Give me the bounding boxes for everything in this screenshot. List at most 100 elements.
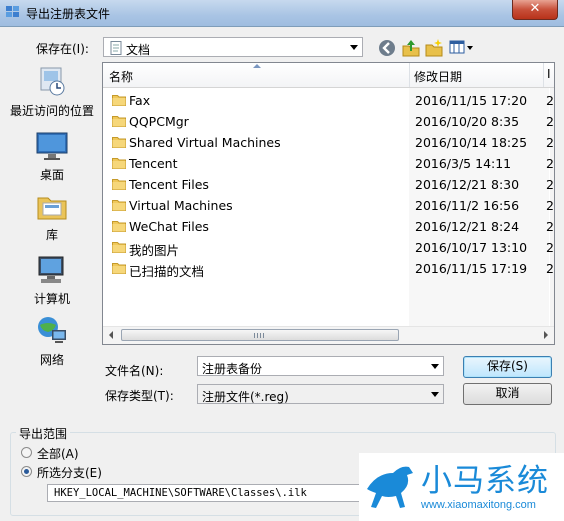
folder-icon: [112, 158, 126, 169]
radio-all-label[interactable]: 全部(A): [37, 445, 79, 462]
file-date: 2016/10/20 8:35: [415, 114, 520, 129]
radio-branch-label[interactable]: 所选分支(E): [37, 464, 102, 481]
libraries-icon: [37, 197, 67, 220]
place-computer[interactable]: 计算机: [4, 254, 100, 307]
documents-icon: [110, 41, 122, 55]
file-name: Tencent: [129, 156, 178, 171]
file-row[interactable]: Tencent Files 2016/12/21 8:30 2: [103, 175, 554, 196]
place-desktop[interactable]: 桌面: [4, 130, 100, 183]
filetype-label: 保存类型(T):: [105, 389, 174, 403]
recent-places-icon: [40, 67, 65, 96]
export-range-title: 导出范围: [16, 425, 71, 442]
close-button[interactable]: ✕: [512, 0, 558, 20]
place-label: 最近访问的位置: [9, 104, 94, 118]
file-name: Fax: [129, 93, 151, 108]
horizontal-scrollbar[interactable]: [103, 326, 554, 344]
computer-icon: [38, 256, 64, 283]
horse-logo-icon: [367, 466, 413, 508]
folder-icon: [112, 242, 126, 253]
file-name: Tencent Files: [129, 177, 209, 192]
file-row[interactable]: 已扫描的文档 2016/11/15 17:19 2: [103, 259, 554, 280]
folder-icon: [112, 200, 126, 211]
title-bar: 导出注册表文件 ✕: [0, 0, 564, 27]
new-folder-icon[interactable]: [424, 38, 444, 58]
place-label: 库: [45, 228, 58, 242]
file-date: 2016/11/15 17:19: [415, 261, 528, 276]
file-date: 2016/3/5 14:11: [415, 156, 512, 171]
desktop-icon: [36, 132, 68, 160]
place-label: 桌面: [39, 168, 64, 182]
place-network[interactable]: 网络: [4, 315, 100, 368]
file-extra: 2: [546, 219, 554, 234]
filename-value: 注册表备份: [202, 362, 263, 376]
save-button[interactable]: 保存(S): [463, 356, 552, 378]
column-header: 名称 修改日期 Ⅰ: [103, 63, 554, 88]
place-recent[interactable]: 最近访问的位置: [4, 66, 100, 119]
save-in-combo[interactable]: 文档: [103, 37, 363, 57]
file-date: 2016/12/21 8:30: [415, 177, 520, 192]
folder-icon: [112, 95, 126, 106]
file-name: Virtual Machines: [129, 198, 233, 213]
branch-path-input[interactable]: HKEY_LOCAL_MACHINE\SOFTWARE\Classes\.ilk: [47, 484, 367, 502]
file-extra: 2: [546, 198, 554, 213]
watermark-logo: 小马系统 www.xiaomaxitong.com: [359, 453, 564, 521]
scroll-left-icon[interactable]: [109, 331, 113, 339]
file-list[interactable]: 名称 修改日期 Ⅰ Fax 2016/11/15 17:20 2 QQPCMgr 201…: [102, 62, 555, 345]
file-extra: 2: [546, 261, 554, 276]
folder-icon: [112, 137, 126, 148]
column-date[interactable]: 修改日期: [414, 68, 462, 85]
column-more[interactable]: Ⅰ: [547, 67, 551, 81]
file-date: 2016/12/21 8:24: [415, 219, 520, 234]
file-row[interactable]: Virtual Machines 2016/11/2 16:56 2: [103, 196, 554, 217]
file-extra: 2: [546, 135, 554, 150]
file-name: QQPCMgr: [129, 114, 189, 129]
file-name: WeChat Files: [129, 219, 209, 234]
scroll-thumb[interactable]: [121, 329, 399, 341]
chevron-down-icon[interactable]: [431, 392, 439, 397]
save-in-label: 保存在(I):: [36, 42, 89, 56]
file-row[interactable]: QQPCMgr 2016/10/20 8:35 2: [103, 112, 554, 133]
scroll-right-icon[interactable]: [544, 331, 548, 339]
place-label: 网络: [39, 353, 64, 367]
view-menu-icon[interactable]: [449, 38, 475, 58]
watermark-url: www.xiaomaxitong.com: [421, 499, 536, 511]
place-label: 计算机: [33, 292, 70, 306]
file-row[interactable]: Tencent 2016/3/5 14:11 2: [103, 154, 554, 175]
folder-icon: [112, 221, 126, 232]
file-date: 2016/10/17 13:10: [415, 240, 528, 255]
cancel-button[interactable]: 取消: [463, 383, 552, 405]
file-extra: 2: [546, 240, 554, 255]
folder-icon: [112, 179, 126, 190]
sort-ascending-icon: [253, 64, 261, 68]
file-name: Shared Virtual Machines: [129, 135, 281, 150]
file-row[interactable]: Fax 2016/11/15 17:20 2: [103, 91, 554, 112]
file-name: 已扫描的文档: [129, 264, 205, 279]
save-in-value: 文档: [126, 43, 151, 57]
chevron-down-icon[interactable]: [431, 364, 439, 369]
place-libraries[interactable]: 库: [4, 190, 100, 243]
watermark-title: 小马系统: [421, 463, 549, 499]
filetype-select[interactable]: 注册文件(*.reg): [197, 384, 444, 404]
column-name[interactable]: 名称: [109, 68, 133, 85]
network-icon: [38, 317, 66, 343]
file-extra: 2: [546, 177, 554, 192]
file-extra: 2: [546, 93, 554, 108]
file-row[interactable]: 我的图片 2016/10/17 13:10 2: [103, 238, 554, 259]
file-row[interactable]: WeChat Files 2016/12/21 8:24 2: [103, 217, 554, 238]
filename-input[interactable]: 注册表备份: [197, 356, 444, 376]
file-extra: 2: [546, 156, 554, 171]
chevron-down-icon[interactable]: [350, 45, 358, 50]
file-date: 2016/11/15 17:20: [415, 93, 528, 108]
file-name: 我的图片: [129, 243, 180, 258]
radio-all[interactable]: [21, 447, 32, 458]
back-icon[interactable]: [377, 38, 397, 58]
filename-label: 文件名(N):: [105, 364, 164, 378]
file-row[interactable]: Shared Virtual Machines 2016/10/14 18:25 2: [103, 133, 554, 154]
window-title: 导出注册表文件: [26, 7, 111, 21]
filetype-value: 注册文件(*.reg): [202, 390, 289, 404]
registry-icon: [6, 6, 19, 17]
file-date: 2016/10/14 18:25: [415, 135, 528, 150]
folder-icon: [112, 116, 126, 127]
up-folder-icon[interactable]: [401, 38, 421, 58]
radio-branch[interactable]: [21, 466, 32, 477]
